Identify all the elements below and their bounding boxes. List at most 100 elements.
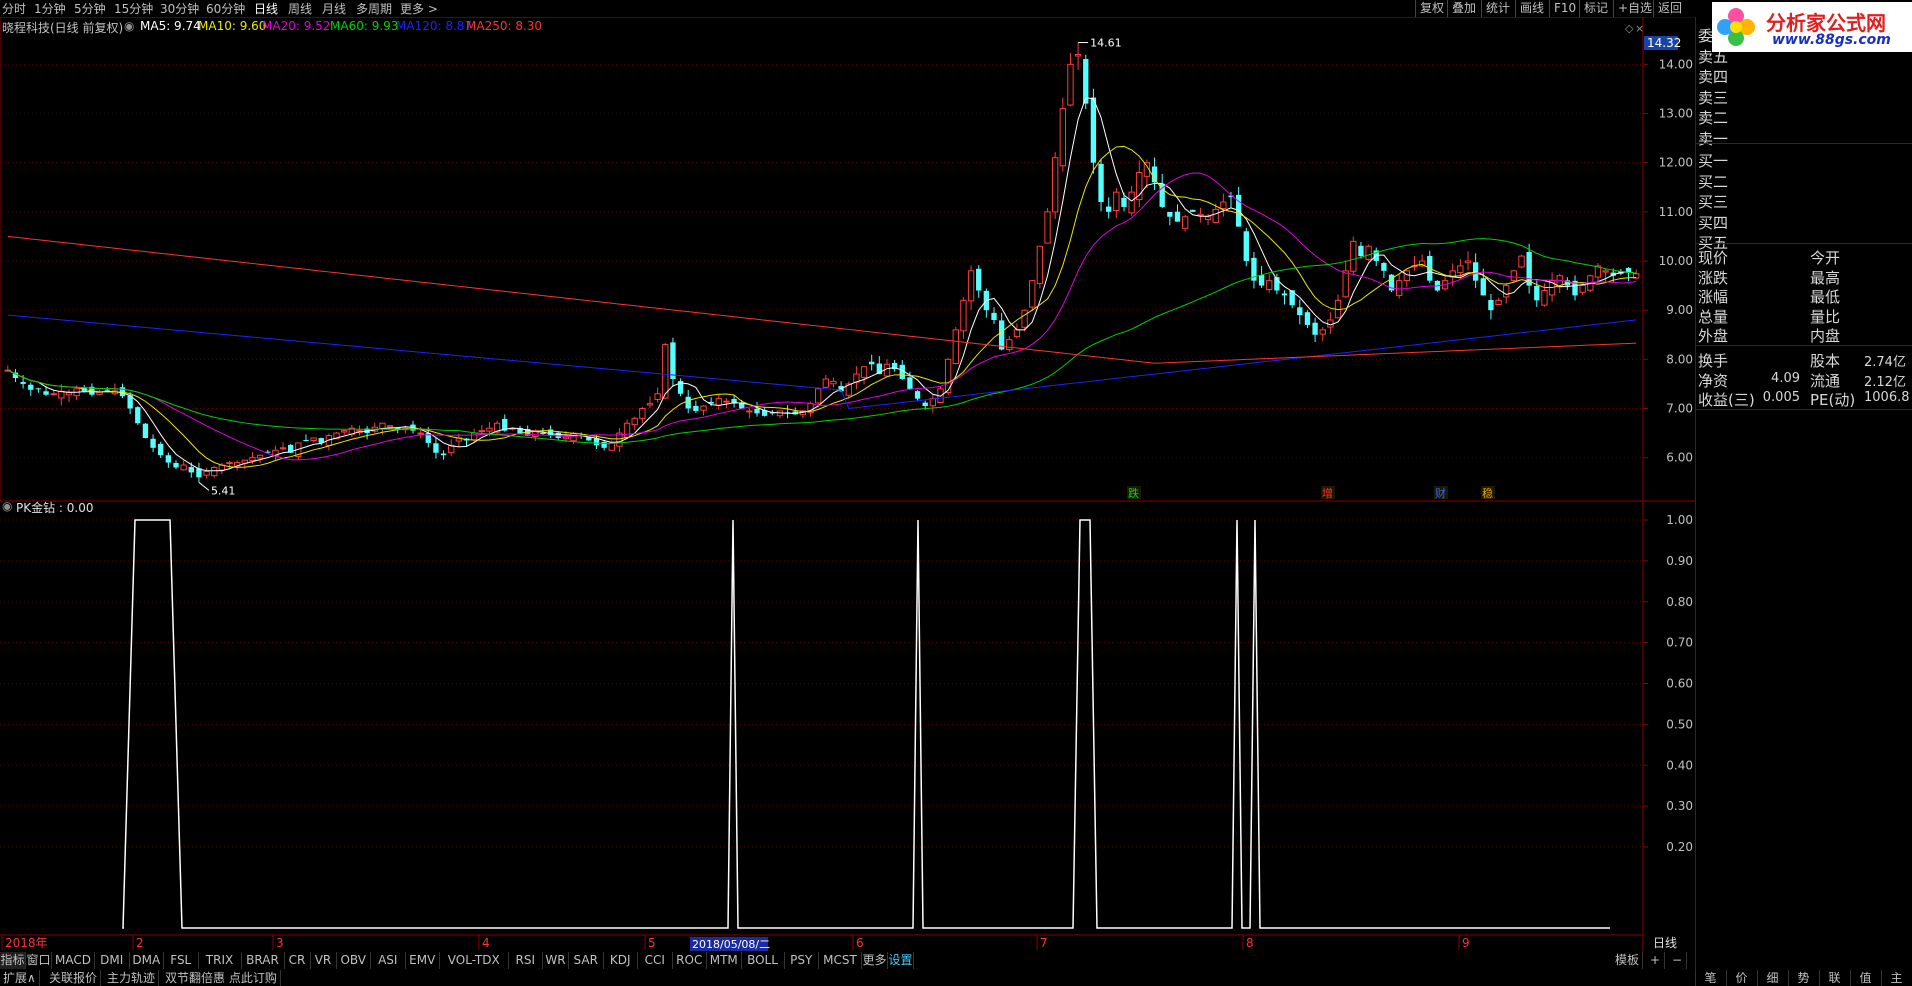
candle-body	[28, 384, 34, 390]
bottom-tab-3[interactable]: 双节翻倍惠 点此订购	[162, 970, 281, 986]
quote-tab-6[interactable]: 主	[1881, 970, 1911, 986]
period-tab-8[interactable]: 月线	[322, 1, 346, 17]
candle-body	[226, 462, 233, 465]
candle-body	[35, 388, 42, 390]
indicator-tab-17[interactable]: KDJ	[604, 952, 638, 969]
template-button[interactable]: 模板	[1612, 952, 1643, 969]
indicator-tab-25[interactable]: 设置	[888, 952, 914, 969]
period-tab-3[interactable]: 15分钟	[114, 1, 153, 17]
period-tab-10[interactable]: 更多 >	[400, 1, 438, 17]
bottom-tab-1[interactable]: 关联报价	[46, 970, 102, 986]
tool-button-3[interactable]: 画线	[1515, 0, 1548, 17]
tool-button-7[interactable]: 返回	[1653, 0, 1686, 17]
indicator-tab-10[interactable]: OBV	[337, 952, 371, 969]
candles	[4, 42, 1640, 483]
candle-body	[1579, 285, 1586, 293]
candle-body	[922, 402, 928, 407]
quote-tab-3[interactable]: 势	[1788, 970, 1818, 986]
indicator-tab-15[interactable]: WR	[543, 952, 569, 969]
quote-tab-5[interactable]: 值	[1850, 970, 1880, 986]
candle-body	[623, 422, 631, 438]
event-marker-label[interactable]: 财	[1435, 486, 1446, 500]
orderbook-label: 买二	[1698, 172, 1729, 191]
candle-body	[1488, 300, 1494, 311]
stat-label: 净资	[1698, 371, 1729, 390]
candle-body	[723, 400, 730, 403]
tool-button-1[interactable]: 叠加	[1447, 0, 1480, 17]
ind-y-label: 1.00	[1666, 513, 1693, 527]
quote-label: 今开	[1810, 249, 1841, 267]
candle-body	[1121, 197, 1127, 207]
indicator-tab-8[interactable]: CR	[285, 952, 311, 969]
indicator-tab-12[interactable]: EMV	[406, 952, 440, 969]
indicator-tab-18[interactable]: CCI	[638, 952, 673, 969]
indicator-tabs: 指标 窗口 MACD DMI DMA FSL TRIX BRAR CR VR OBV ASI EMV VO…	[0, 952, 1687, 969]
candle-body	[1464, 260, 1472, 264]
indicator-tab-16[interactable]: SAR	[569, 952, 604, 969]
kline-chart[interactable]: 14.00 13.00 12.00 11.00 10.00 9.00 8.00 7.00 6.0…	[0, 17, 1695, 952]
indicator-tab-24[interactable]: 更多	[862, 952, 888, 969]
period-tab-0[interactable]: 分时	[2, 1, 26, 17]
diamond-icon[interactable]: ◇	[1625, 22, 1634, 35]
candle-body	[417, 432, 424, 435]
period-tab-9[interactable]: 多周期	[356, 1, 392, 17]
indicator-tab-5[interactable]: FSL	[164, 952, 199, 969]
indicator-tab-2[interactable]: MACD	[52, 952, 95, 969]
quote-tab-2[interactable]: 细	[1757, 970, 1787, 986]
quote-tab-0[interactable]: 笔	[1695, 970, 1725, 986]
bottom-tab-2[interactable]: 主力轨迹	[104, 970, 160, 986]
indicator-tab-3[interactable]: DMI	[95, 952, 130, 969]
indicator-tab-11[interactable]: ASI	[371, 952, 406, 969]
candle-body	[1220, 201, 1227, 209]
tool-button-5[interactable]: 标记	[1579, 0, 1612, 17]
indicator-tab-1[interactable]: 窗口	[26, 952, 52, 969]
indicator-tab-22[interactable]: PSY	[785, 952, 819, 969]
event-marker-label[interactable]: 稳	[1482, 486, 1493, 500]
indicator-tab-0[interactable]: 指标	[0, 952, 26, 969]
quote-tab-1[interactable]: 价	[1726, 970, 1756, 986]
tool-button-2[interactable]: 统计	[1481, 0, 1514, 17]
bottom-tab-0[interactable]: 扩展∧	[0, 970, 40, 986]
indicator-tab-4[interactable]: DMA	[130, 952, 164, 969]
candle-body	[815, 388, 822, 404]
period-tab-6[interactable]: 日线	[254, 1, 278, 17]
main-y-label: 6.00	[1666, 451, 1693, 465]
ind-y-label: 0.30	[1666, 799, 1693, 813]
candle-body	[203, 470, 210, 476]
period-tab-4[interactable]: 30分钟	[160, 1, 199, 17]
period-tab-5[interactable]: 60分钟	[206, 1, 245, 17]
indicator-tab-6[interactable]: TRIX	[199, 952, 242, 969]
zoom-in-button[interactable]: +	[1646, 952, 1665, 969]
orderbook-label: 买四	[1698, 213, 1729, 232]
indicator-tab-14[interactable]: RSI	[509, 952, 543, 969]
event-marker-label[interactable]: 跌	[1128, 486, 1139, 500]
cursor-date: 2018/05/08/二	[692, 938, 770, 951]
close-pane-icon[interactable]: ×	[1635, 22, 1644, 35]
indicator-tab-19[interactable]: ROC	[673, 952, 707, 969]
stat-value: 0.005	[1762, 390, 1800, 405]
indicator-tab-20[interactable]: MTM	[707, 952, 742, 969]
quote-tab-4[interactable]: 联	[1819, 970, 1849, 986]
tool-button-6[interactable]: +自选	[1613, 0, 1656, 17]
settings-dot-icon[interactable]: ◉	[124, 19, 134, 33]
tool-button-0[interactable]: 复权	[1415, 0, 1448, 17]
indicator-settings-icon[interactable]: ◉	[2, 499, 12, 513]
indicator-tab-13[interactable]: VOL-TDX	[440, 952, 509, 969]
candle-body	[104, 389, 110, 391]
indicator-tab-21[interactable]: BOLL	[742, 952, 785, 969]
ind-y-label: 0.40	[1666, 758, 1693, 772]
indicator-tab-23[interactable]: MCST	[819, 952, 862, 969]
event-marker-label[interactable]: 增	[1322, 486, 1333, 500]
candle-body	[1396, 280, 1403, 296]
period-tab-7[interactable]: 周线	[288, 1, 312, 17]
zoom-out-button[interactable]: −	[1668, 952, 1687, 969]
indicator-tab-7[interactable]: BRAR	[242, 952, 285, 969]
period-tab-1[interactable]: 1分钟	[34, 1, 66, 17]
main-y-label: 12.00	[1659, 156, 1693, 170]
candle-body	[869, 361, 875, 365]
quote-divider	[1696, 345, 1912, 346]
candle-body	[1067, 63, 1074, 106]
indicator-tab-9[interactable]: VR	[311, 952, 337, 969]
tool-button-4[interactable]: F10	[1549, 0, 1580, 17]
period-tab-2[interactable]: 5分钟	[74, 1, 106, 17]
